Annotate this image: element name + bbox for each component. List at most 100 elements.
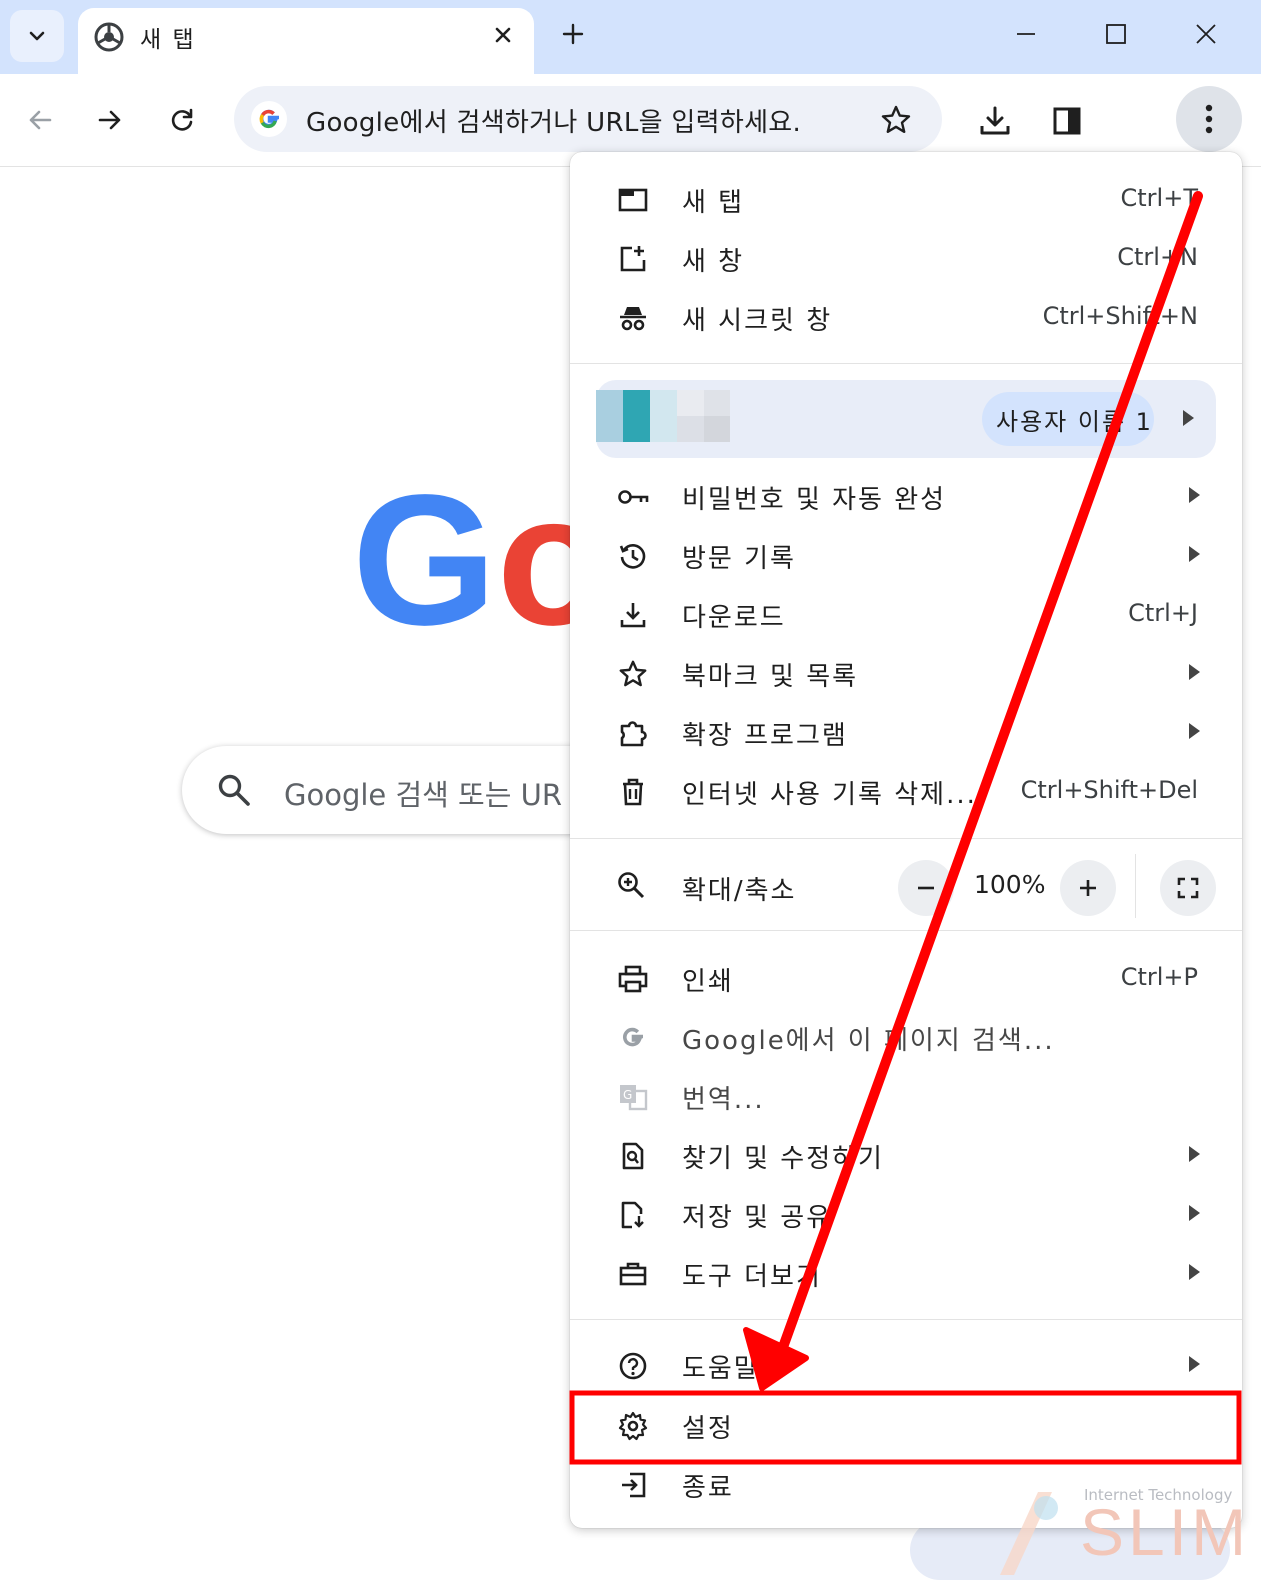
menu-item-translate[interactable]: G 번역... — [570, 1067, 1242, 1125]
submenu-arrow-icon — [1189, 1146, 1200, 1162]
tab-close-button[interactable] — [486, 18, 520, 52]
address-bar[interactable]: Google에서 검색하거나 URL을 입력하세요. — [234, 86, 942, 152]
submenu-arrow-icon — [1189, 546, 1200, 562]
menu-item-label: 도구 더보기 — [682, 1262, 822, 1292]
star-icon — [616, 657, 650, 691]
bookmark-star-button[interactable] — [874, 98, 918, 142]
menu-item-save-share[interactable]: 저장 및 공유 — [570, 1185, 1242, 1243]
menu-separator — [570, 363, 1242, 364]
menu-item-shortcut: Ctrl+P — [1120, 963, 1198, 991]
reload-button[interactable] — [160, 98, 204, 142]
menu-item-label: 종료 — [682, 1473, 734, 1503]
download-icon — [616, 598, 650, 632]
chrome-icon — [94, 22, 124, 52]
maximize-icon — [1106, 24, 1126, 44]
close-icon — [1196, 24, 1216, 44]
menu-item-label: 인쇄 — [682, 967, 734, 997]
minimize-button[interactable] — [1006, 16, 1046, 52]
exit-icon — [616, 1468, 650, 1502]
logo-letter: G — [352, 480, 497, 640]
maximize-button[interactable] — [1096, 16, 1136, 52]
downloads-button[interactable] — [972, 98, 1018, 144]
toolbox-icon — [616, 1257, 650, 1291]
menu-item-shortcut: Ctrl+T — [1120, 184, 1198, 212]
profile-row[interactable]: 사용자 이름 1 — [596, 380, 1216, 458]
arrow-right-icon — [98, 110, 121, 130]
submenu-arrow-icon — [1189, 1356, 1200, 1372]
menu-item-label: 새 시크릿 창 — [682, 306, 833, 336]
plus-icon — [1080, 880, 1096, 896]
menu-item-downloads[interactable]: 다운로드 Ctrl+J — [570, 585, 1242, 643]
tab-strip: 새 탭 — [0, 0, 1261, 74]
translate-icon: G — [616, 1080, 650, 1114]
new-tab-button[interactable] — [555, 16, 591, 52]
side-panel-icon — [1053, 107, 1081, 135]
submenu-arrow-icon — [1189, 1205, 1200, 1221]
menu-item-new-window[interactable]: 새 창 Ctrl+N — [570, 229, 1242, 287]
menu-item-label: 저장 및 공유 — [682, 1203, 833, 1233]
menu-item-clear-browsing-data[interactable]: 인터넷 사용 기록 삭제... Ctrl+Shift+Del — [570, 762, 1242, 820]
svg-text:G: G — [623, 1088, 632, 1102]
avatar — [596, 390, 730, 442]
menu-item-shortcut: Ctrl+N — [1117, 243, 1198, 271]
menu-separator — [570, 1319, 1242, 1320]
submenu-arrow-icon — [1189, 1264, 1200, 1280]
zoom-out-button[interactable] — [898, 860, 954, 916]
menu-item-label: 설정 — [682, 1414, 734, 1444]
forward-button[interactable] — [88, 98, 132, 142]
menu-item-more-tools[interactable]: 도구 더보기 — [570, 1244, 1242, 1302]
zoom-divider — [1135, 854, 1136, 918]
plus-icon — [562, 23, 584, 45]
menu-item-label: 비밀번호 및 자동 완성 — [682, 485, 947, 515]
google-g-icon — [616, 1021, 650, 1055]
zoom-in-button[interactable] — [1060, 860, 1116, 916]
menu-item-new-tab[interactable]: 새 탭 Ctrl+T — [570, 170, 1242, 228]
side-panel-button[interactable] — [1044, 98, 1090, 144]
chevron-down-icon — [29, 31, 45, 41]
menu-item-shortcut: Ctrl+J — [1128, 599, 1198, 627]
close-window-button[interactable] — [1186, 16, 1226, 52]
submenu-arrow-icon — [1189, 723, 1200, 739]
menu-item-shortcut: Ctrl+Shift+N — [1042, 302, 1198, 330]
extension-icon — [616, 716, 650, 750]
menu-item-label: 번역... — [682, 1085, 765, 1115]
menu-item-label: 도움말 — [682, 1354, 760, 1384]
menu-item-find-edit[interactable]: 찾기 및 수정하기 — [570, 1126, 1242, 1184]
menu-item-passwords[interactable]: 비밀번호 및 자동 완성 — [570, 467, 1242, 525]
google-logo: Google — [352, 480, 580, 640]
menu-item-search-page[interactable]: Google에서 이 페이지 검색... — [570, 1008, 1242, 1066]
menu-item-history[interactable]: 방문 기록 — [570, 526, 1242, 584]
profile-name: 사용자 이름 1 — [996, 408, 1153, 436]
arrow-left-icon — [29, 110, 52, 130]
history-icon — [616, 539, 650, 573]
search-placeholder: Google 검색 또는 UR — [284, 778, 563, 812]
google-logo-text: Google — [352, 480, 580, 640]
menu-item-incognito[interactable]: 새 시크릿 창 Ctrl+Shift+N — [570, 288, 1242, 346]
google-g-icon — [251, 101, 287, 137]
reload-icon — [171, 108, 193, 131]
menu-item-extensions[interactable]: 확장 프로그램 — [570, 703, 1242, 761]
menu-separator — [570, 930, 1242, 931]
help-icon — [616, 1349, 650, 1383]
incognito-icon — [616, 301, 650, 335]
profile-name-chip: 사용자 이름 1 — [982, 392, 1154, 446]
menu-item-bookmarks[interactable]: 북마크 및 목록 — [570, 644, 1242, 702]
save-share-icon — [616, 1198, 650, 1232]
back-button[interactable] — [18, 98, 62, 142]
menu-item-settings[interactable]: 설정 — [570, 1396, 1242, 1454]
logo-letter: o — [497, 480, 580, 640]
google-search-box[interactable]: Google 검색 또는 UR — [182, 746, 622, 834]
gear-icon — [616, 1409, 650, 1443]
fullscreen-button[interactable] — [1160, 860, 1216, 916]
menu-item-print[interactable]: 인쇄 Ctrl+P — [570, 949, 1242, 1007]
chrome-menu-button[interactable] — [1176, 86, 1242, 152]
menu-item-help[interactable]: 도움말 — [570, 1336, 1242, 1394]
address-bar-placeholder: Google에서 검색하거나 URL을 입력하세요. — [306, 108, 802, 138]
star-icon — [881, 105, 911, 133]
menu-separator — [570, 838, 1242, 839]
tab-title: 새 탭 — [140, 27, 196, 53]
tab-new-tab[interactable]: 새 탭 — [78, 8, 534, 74]
chrome-menu: 새 탭 Ctrl+T 새 창 Ctrl+N 새 시크릿 창 Ctrl+Shift… — [570, 152, 1242, 1528]
menu-item-shortcut: Ctrl+Shift+Del — [1020, 776, 1198, 804]
tab-search-button[interactable] — [10, 10, 64, 62]
